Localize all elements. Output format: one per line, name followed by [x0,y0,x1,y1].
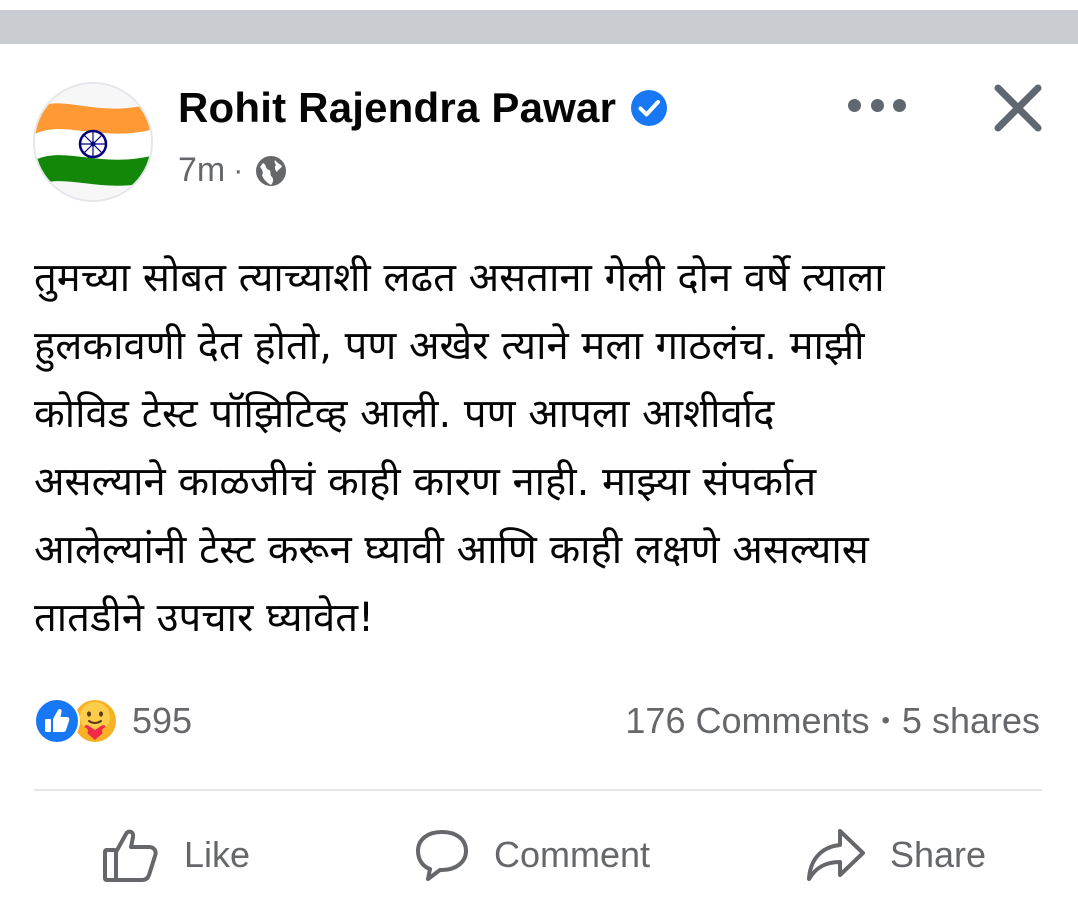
verified-badge-icon [631,90,668,126]
reactions-summary[interactable]: 595 [34,698,192,744]
like-label: Like [184,834,251,875]
comment-bubble-icon [416,830,468,881]
post-time[interactable]: 7m [178,151,225,190]
more-options-button[interactable] [848,90,906,120]
engagement-stats: 176 Comments • 5 shares [625,700,1040,742]
globe-icon [256,155,287,186]
post-text: तुमच्या सोबत त्याच्याशी लढत असताना गेली … [34,255,885,641]
share-label: Share [890,834,987,875]
comment-button[interactable]: Comment [414,820,650,890]
comments-count-link[interactable]: 176 Comments [625,700,869,742]
stats-separator: • [881,707,890,734]
indian-flag-avatar-image [35,84,151,200]
reaction-count: 595 [132,700,193,741]
share-button[interactable]: Share [806,820,986,890]
post-meta: 7m · [178,151,287,190]
top-bar [0,0,1078,10]
divider [34,789,1042,791]
author-row: Rohit Rajendra Pawar [178,84,668,132]
close-icon[interactable] [992,82,1044,134]
meta-separator: · [233,153,244,187]
shares-count-link[interactable]: 5 shares [902,700,1040,742]
comment-label: Comment [494,834,651,875]
feed-separator-strip [0,10,1078,44]
share-arrow-icon [807,829,865,881]
like-button[interactable]: Like [102,820,250,890]
thumbs-up-icon [103,829,158,882]
more-options-icon [848,98,861,112]
like-reaction-icon [34,698,80,744]
avatar[interactable] [33,82,153,202]
author-name[interactable]: Rohit Rajendra Pawar [178,84,616,132]
